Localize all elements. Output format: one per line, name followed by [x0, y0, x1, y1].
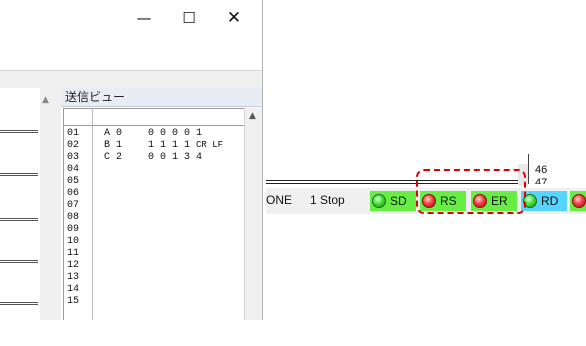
- vertical-scrollbar[interactable]: ▲: [244, 108, 262, 320]
- title-bar: — ☐ ✕: [0, 0, 262, 40]
- row-number: 01: [67, 128, 80, 139]
- indicator-rd: RD: [521, 191, 567, 211]
- maximize-button[interactable]: ☐: [169, 4, 209, 32]
- table-row[interactable]: 08: [64, 212, 244, 223]
- parity-status: ONE: [266, 193, 293, 207]
- minimize-button[interactable]: —: [124, 4, 164, 32]
- indicator-next: [570, 191, 586, 211]
- row-data: 0 0 0 0 1: [148, 128, 203, 139]
- scroll-up-icon[interactable]: ▲: [249, 111, 256, 121]
- row-number: 05: [67, 176, 80, 187]
- chevron-up-icon[interactable]: ▲: [42, 95, 49, 105]
- divider-line: [0, 173, 38, 176]
- row-number: 02: [67, 140, 80, 151]
- highlight-box: [416, 169, 526, 214]
- row-number: 13: [67, 272, 80, 283]
- table-row[interactable]: 05: [64, 176, 244, 187]
- row-address: B 1: [104, 140, 123, 151]
- send-view-panel: 送信ビュー 01 A 0 0 0 0 0 1 02 B 1 1 1 1 1 CR LF 03 C…: [61, 88, 262, 320]
- table-row[interactable]: 12: [64, 260, 244, 271]
- menu-bar: [0, 40, 262, 71]
- indicator-label: RD: [541, 194, 559, 208]
- crlf-marker: CR LF: [196, 140, 224, 150]
- table-row[interactable]: 15: [64, 296, 244, 307]
- table-row[interactable]: 10: [64, 236, 244, 247]
- table-row[interactable]: 14: [64, 284, 244, 295]
- row-number: 09: [67, 224, 80, 235]
- line-number-box: 46 47: [528, 154, 586, 184]
- row-number: 03: [67, 152, 80, 163]
- led-red-icon: [572, 194, 586, 208]
- send-data-table[interactable]: 01 A 0 0 0 0 0 1 02 B 1 1 1 1 1 CR LF 03 C 2 0 0 …: [63, 108, 245, 320]
- divider-line: [0, 260, 38, 263]
- close-button[interactable]: ✕: [214, 4, 254, 32]
- table-row[interactable]: 02 B 1 1 1 1 1 CR LF: [64, 140, 244, 151]
- divider-line: [0, 130, 38, 133]
- row-number: 15: [67, 296, 80, 307]
- row-number: 07: [67, 200, 80, 211]
- table-row[interactable]: 13: [64, 272, 244, 283]
- row-data: 0 0 1 3 4: [148, 152, 203, 163]
- table-row[interactable]: 06: [64, 188, 244, 199]
- terminal-window: — ☐ ✕ ▲ 送信ビュー 01 A 0 0 0 0 0 1 02 B 1 1 1 1 1…: [0, 0, 263, 320]
- indicator-label: SD: [390, 194, 407, 208]
- table-row[interactable]: 04: [64, 164, 244, 175]
- line-number: 47: [535, 177, 548, 184]
- table-row[interactable]: 11: [64, 248, 244, 259]
- row-number: 08: [67, 212, 80, 223]
- row-number: 10: [67, 236, 80, 247]
- table-row[interactable]: 01 A 0 0 0 0 0 1: [64, 128, 244, 139]
- table-row[interactable]: 07: [64, 200, 244, 211]
- row-address: C 2: [104, 152, 123, 163]
- table-row[interactable]: 09: [64, 224, 244, 235]
- stop-bits-status: 1 Stop: [310, 193, 345, 207]
- row-number: 04: [67, 164, 80, 175]
- divider-line: [0, 302, 38, 305]
- row-address: A 0: [104, 128, 123, 139]
- indicator-sd: SD: [370, 191, 416, 211]
- row-number: 06: [67, 188, 80, 199]
- row-number: 14: [67, 284, 80, 295]
- row-number: 11: [67, 248, 80, 259]
- table-row[interactable]: 03 C 2 0 0 1 3 4: [64, 152, 244, 163]
- led-green-icon: [372, 194, 386, 208]
- divider-line: [0, 218, 38, 221]
- send-view-title: 送信ビュー: [61, 88, 262, 107]
- row-data: 1 1 1 1: [148, 140, 191, 151]
- line-number: 46: [535, 164, 548, 176]
- row-number: 12: [67, 260, 80, 271]
- table-header: [64, 109, 244, 126]
- left-panel: [0, 88, 40, 320]
